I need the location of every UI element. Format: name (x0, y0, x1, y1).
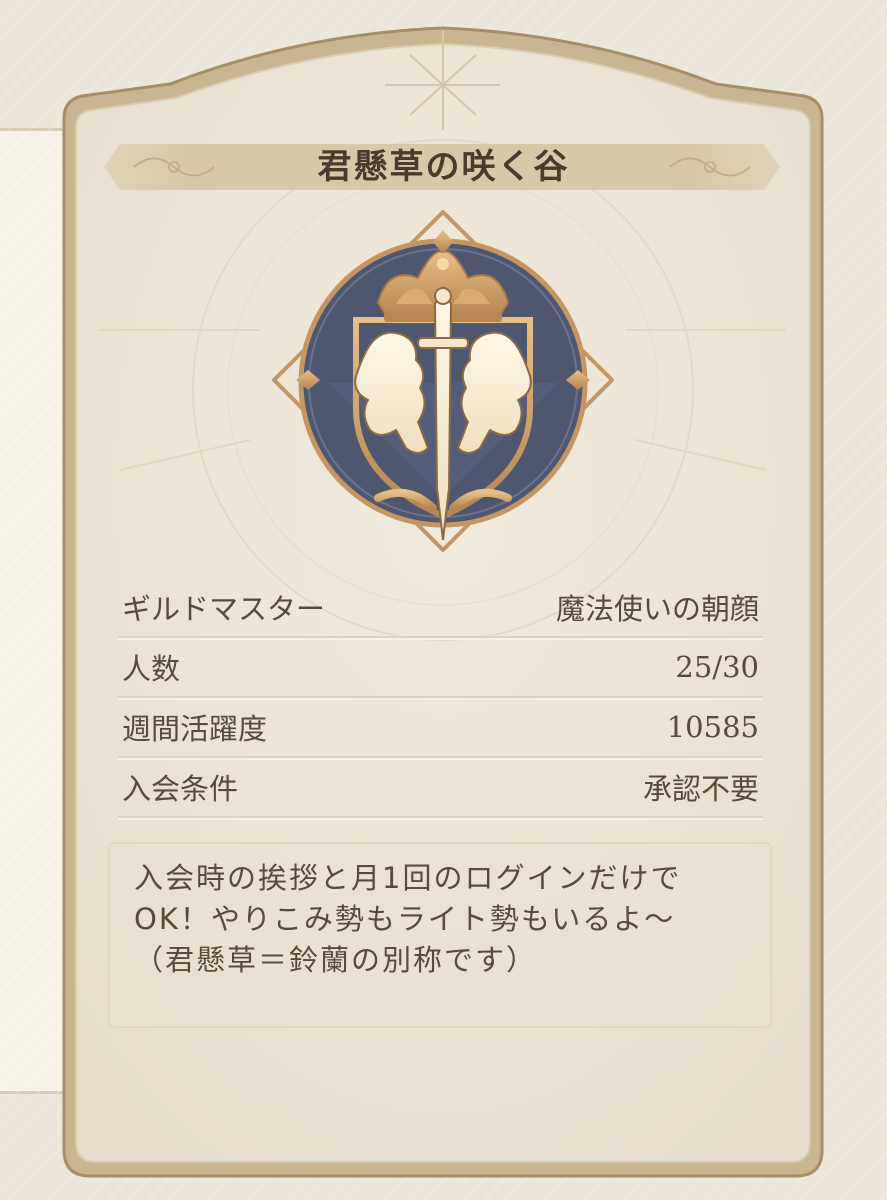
info-label: 人数 (122, 652, 181, 686)
guild-info-table: ギルドマスター 魔法使いの朝顔 人数 25/30 週間活躍度 10585 入会条… (118, 578, 763, 818)
description-line: （君懸草＝鈴蘭の別称です） (134, 943, 538, 977)
lion-crown-sword-crest-icon (272, 210, 614, 552)
join-condition-value: 承認不要 (642, 772, 759, 806)
member-count-value: 25/30 (675, 650, 759, 684)
info-row-guild-master: ギルドマスター 魔法使いの朝顔 (118, 578, 763, 638)
guild-description-box: 入会時の挨拶と月1回のログインだけで OK！やりこみ勢もライト勢もいるよ〜 （君… (108, 842, 772, 1028)
description-line: 入会時の挨拶と月1回のログインだけで (134, 861, 682, 895)
info-row-join-condition: 入会条件 承認不要 (118, 758, 763, 818)
info-row-weekly-activity: 週間活躍度 10585 (118, 698, 763, 758)
weekly-activity-value: 10585 (666, 710, 759, 744)
info-label: 週間活躍度 (122, 712, 268, 746)
info-row-member-count: 人数 25/30 (118, 638, 763, 698)
guild-name-title: 君懸草の咲く谷 (317, 147, 570, 187)
info-label: 入会条件 (122, 772, 239, 806)
guild-master-name: 魔法使いの朝顔 (555, 592, 759, 626)
description-line: OK！やりこみ勢もライト勢もいるよ〜 (134, 902, 676, 936)
info-label: ギルドマスター (122, 592, 326, 626)
